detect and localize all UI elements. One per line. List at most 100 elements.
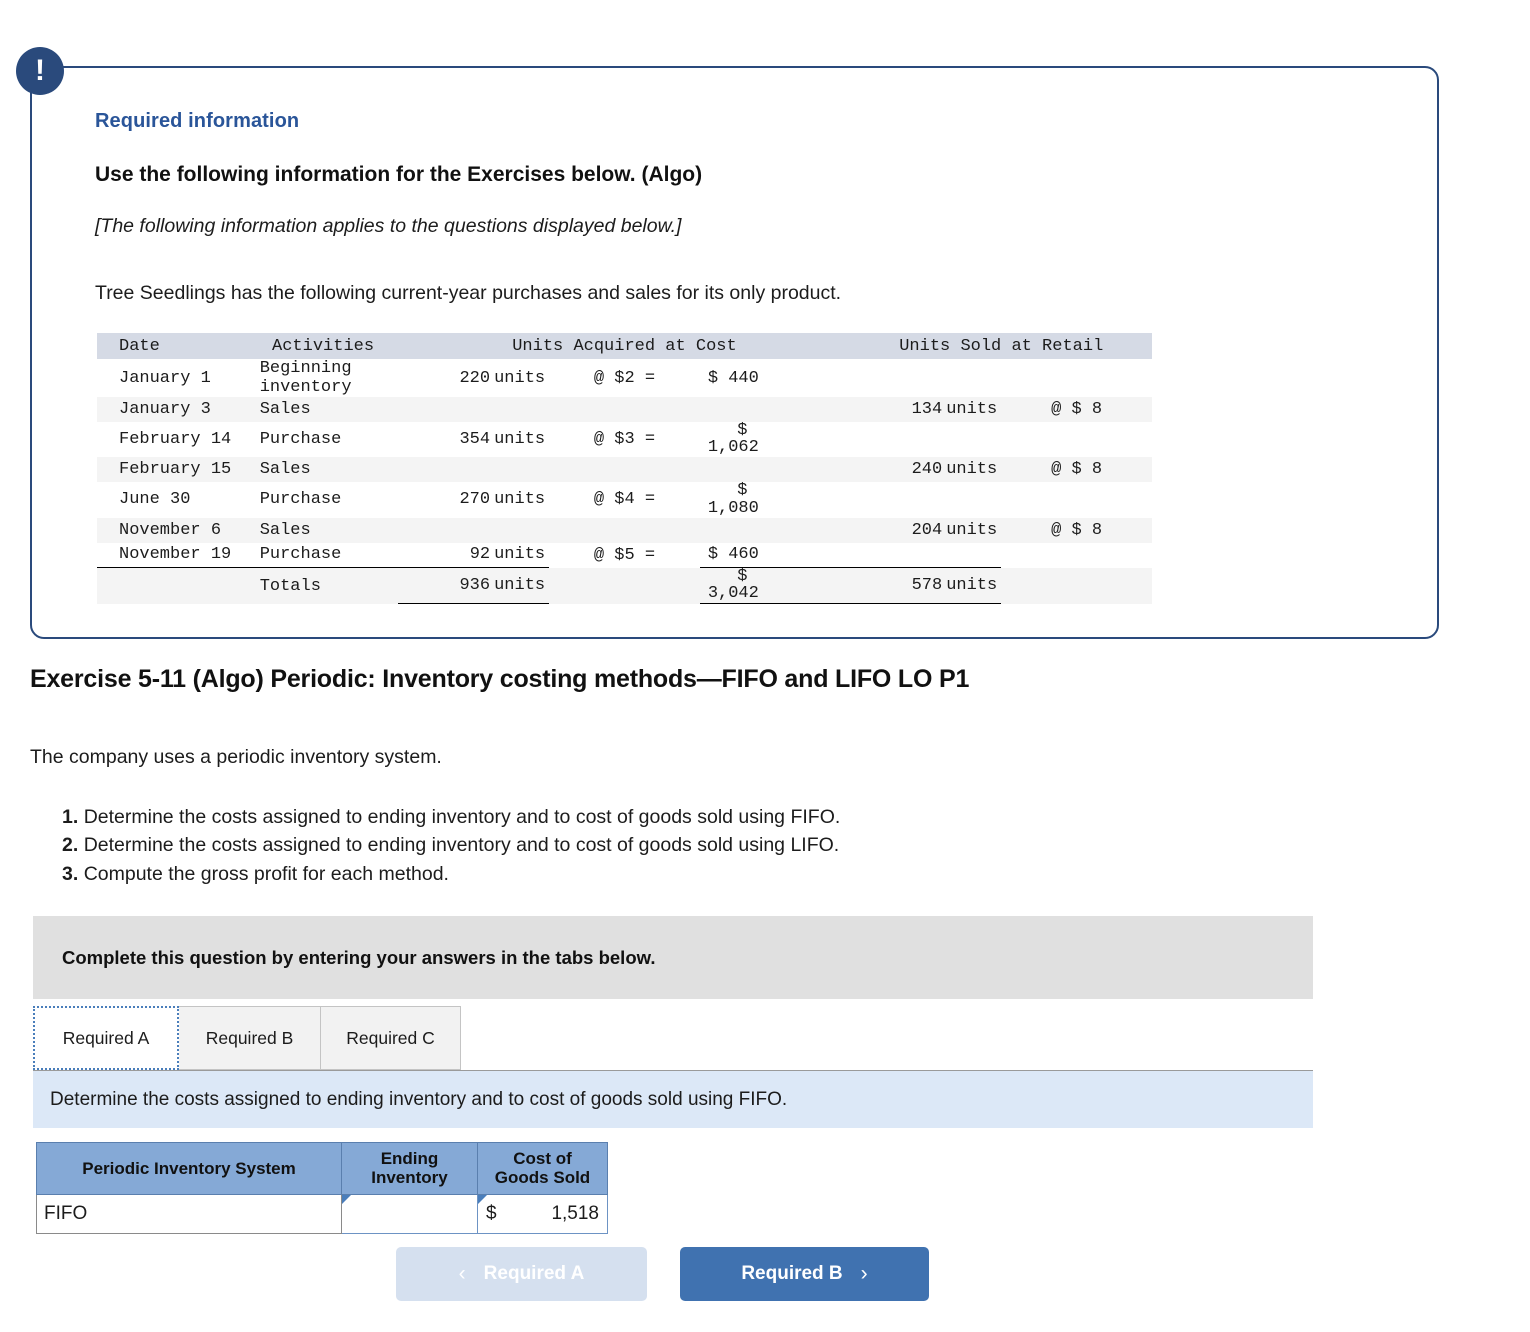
requirement-prompt-text: Determine the costs assigned to ending i… (50, 1088, 788, 1110)
table-row: June 30 Purchase 270 units @ $4 = $1,080 (97, 482, 1152, 517)
cogs-input-cell[interactable]: $ 1,518 (477, 1193, 608, 1234)
cell-units-acquired (398, 457, 550, 483)
cell-activity: Purchase (259, 490, 342, 510)
ending-inventory-input-cell[interactable] (341, 1193, 478, 1234)
cogs-value-wrap: $ 1,518 (486, 1195, 599, 1233)
cell-activity: Sales (247, 457, 399, 483)
cell-unit-cost: @ $2 = (593, 368, 656, 388)
answer-col-header-ending-inventory: Ending Inventory (341, 1142, 478, 1195)
cell-units-sold (850, 542, 1002, 569)
requirement-number: 2. (62, 834, 79, 857)
activity-table-body: January 1 Beginning inventory 220 units @ $2… (97, 359, 1152, 605)
requirement-number: 3. (62, 862, 79, 885)
required-information-intro: Tree Seedlings has the following current… (95, 282, 842, 304)
alert-exclamation-icon: ! (16, 47, 64, 95)
cell-retail-price (1001, 422, 1152, 457)
cell-total-cost (699, 457, 851, 483)
answer-table-wrap: Periodic Inventory System Ending Invento… (36, 1142, 608, 1234)
tab-required-a-label: Required A (62, 1027, 150, 1048)
required-information-label: Required information (95, 110, 300, 132)
cell-activity: Sales (247, 517, 399, 543)
required-information-note: [The following information applies to th… (95, 215, 682, 237)
cogs-line-1: Cost of (513, 1149, 572, 1168)
cell-total-cost: $1,080 (707, 481, 759, 518)
exclamation-glyph: ! (35, 54, 45, 87)
cell-date (97, 567, 248, 604)
cell-date: November 6 (97, 517, 248, 543)
tab-required-c-label: Required C (346, 1027, 435, 1048)
cell-spacer (549, 567, 700, 604)
required-information-heading: Use the following information for the Ex… (95, 163, 703, 186)
requirement-text: Determine the costs assigned to ending i… (83, 834, 840, 857)
cell-units-acquired (398, 397, 550, 422)
exercise-title: Exercise 5-11 (Algo) Periodic: Inventory… (30, 665, 970, 693)
cell-retail-price (1001, 543, 1152, 568)
cell-unit-cost: @ $5 = (593, 545, 656, 565)
cell-activity: Purchase (247, 542, 399, 569)
cell-unit-cost: @ $4 = (593, 490, 656, 510)
table-row: January 3 Sales 134 units @ $ 8 (97, 397, 1152, 422)
cell-total-units-acquired: 936 units (398, 567, 550, 605)
requirement-item: 1. Determine the costs assigned to endin… (62, 803, 840, 831)
cell-date: June 30 (119, 490, 191, 510)
cell-total-cost: $ 460 (699, 542, 851, 569)
prev-required-a-button[interactable]: ‹ Required A (396, 1247, 647, 1301)
table-row: November 19 Purchase 92 units @ $5 = $ 460 (97, 542, 1152, 569)
cell-units-sold (851, 482, 1002, 517)
cell-retail-price: @ $ 8 (1001, 397, 1152, 422)
ending-inventory-line-1: Ending (380, 1149, 439, 1168)
cell-retail-price: @ $ 8 (1001, 457, 1152, 483)
prev-button-label: Required A (483, 1263, 585, 1284)
chevron-right-icon: › (860, 1262, 868, 1285)
cell-date: November 19 (97, 542, 248, 569)
ending-inventory-line-2: Inventory (371, 1168, 448, 1188)
cell-units-sold: 204 units (850, 517, 1002, 543)
cell-total-units-sold: 578 units (850, 567, 1002, 605)
answer-table: Periodic Inventory System Ending Invento… (36, 1142, 608, 1234)
table-row: November 6 Sales 204 units @ $ 8 (97, 517, 1152, 543)
cogs-line-2: Goods Sold (494, 1168, 591, 1188)
cell-unit-cost (549, 517, 700, 543)
footer-navigation: ‹ Required A Required B › (396, 1247, 929, 1301)
exercise-requirement-list: 1. Determine the costs assigned to endin… (62, 803, 840, 888)
cell-units-sold: 240 units (850, 457, 1002, 483)
next-required-b-button[interactable]: Required B › (680, 1247, 929, 1301)
activity-table-head: Date Activities Units Acquired at Cost U… (97, 333, 1152, 359)
next-button-label: Required B (741, 1263, 843, 1284)
col-header-units-sold: Units Sold at Retail (850, 333, 1152, 359)
cell-units-acquired: 354 units (459, 430, 546, 450)
table-row: January 1 Beginning inventory 220 units @ $2… (97, 359, 1152, 397)
cell-retail-price: @ $ 8 (1001, 517, 1152, 543)
cell-total-cost: $1,062 (707, 421, 759, 458)
chevron-left-icon: ‹ (458, 1262, 466, 1285)
required-information-card: Required information Use the following i… (30, 66, 1439, 639)
requirement-item: 2. Determine the costs assigned to endin… (62, 831, 840, 859)
exercise-subtitle: The company uses a periodic inventory sy… (30, 746, 442, 768)
cell-unit-cost (549, 457, 700, 483)
table-row: February 14 Purchase 354 units @ $3 = $1,062 (97, 422, 1152, 457)
cell-date: February 14 (119, 430, 232, 450)
requirement-prompt-bar: Determine the costs assigned to ending i… (33, 1071, 1313, 1128)
required-tabs: Required A Required B Required C (33, 1006, 461, 1070)
cell-total-cost (699, 397, 851, 422)
cell-activity: Sales (247, 397, 399, 422)
answer-table-header-row: Periodic Inventory System Ending Invento… (36, 1142, 608, 1195)
tab-required-b[interactable]: Required B (178, 1006, 321, 1070)
tab-required-a[interactable]: Required A (33, 1006, 179, 1070)
col-header-date: Date (97, 333, 248, 359)
cell-units-acquired: 220 units (459, 368, 546, 388)
requirement-text: Determine the costs assigned to ending i… (83, 806, 841, 828)
col-header-units-acquired: Units Acquired at Cost (398, 333, 851, 359)
col-header-activities: Activities (247, 333, 399, 359)
cogs-amount: 1,518 (551, 1202, 599, 1224)
cell-activity-totals: Totals (247, 567, 399, 604)
table-row: February 15 Sales 240 units @ $ 8 (97, 457, 1152, 483)
cogs-currency: $ (486, 1202, 497, 1224)
cell-spacer-2 (1001, 567, 1152, 604)
requirement-text: Compute the gross profit for each method… (83, 862, 449, 885)
tab-required-c[interactable]: Required C (320, 1006, 461, 1070)
cell-date: January 1 (119, 368, 211, 388)
cell-units-sold (851, 422, 1002, 457)
tab-required-b-label: Required B (205, 1027, 294, 1048)
cell-unit-cost: @ $3 = (593, 430, 656, 450)
